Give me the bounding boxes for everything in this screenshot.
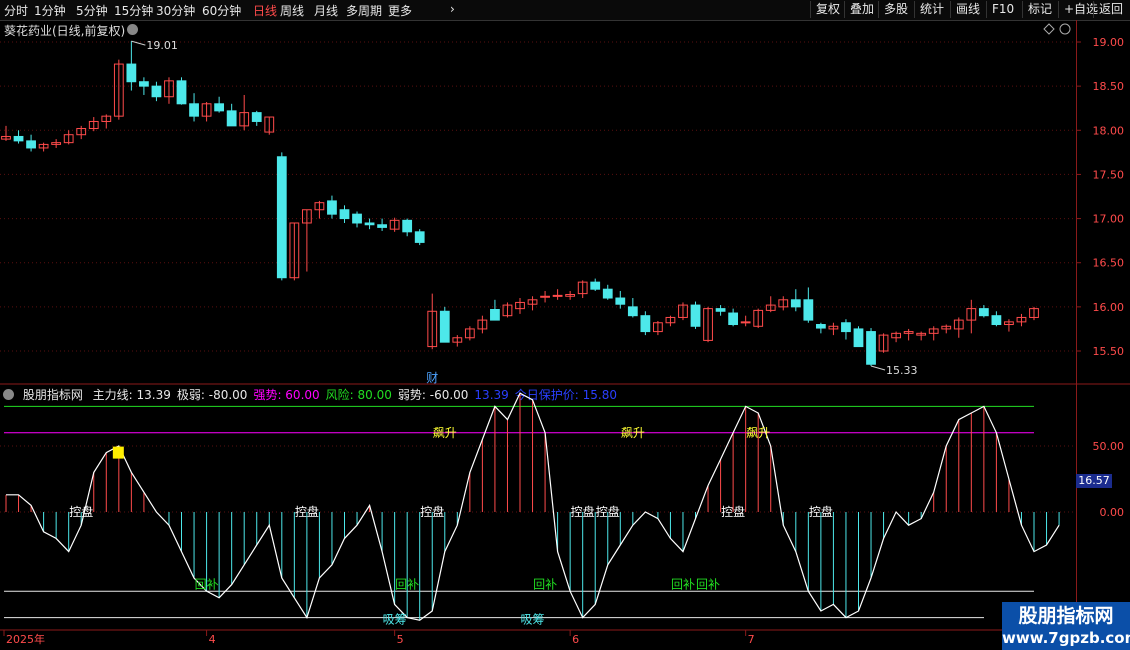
candle-body-39 (490, 309, 500, 321)
candle-body-22 (276, 156, 287, 279)
signal-label-10: 回补 (671, 578, 695, 592)
signal-label-13: 吸筹 (521, 613, 545, 627)
signal-label-16: 飙升 (746, 425, 770, 440)
watermark-line1: 股朋指标网 (1018, 605, 1114, 627)
price-tick-label-2: 18.00 (1093, 124, 1125, 137)
candle-body-10 (126, 63, 137, 83)
candle-body-51 (640, 315, 651, 333)
candle-body-63 (790, 299, 801, 308)
candle-body-20 (251, 112, 262, 122)
candle-body-55 (690, 304, 701, 327)
signal-label-12: 吸筹 (383, 613, 407, 627)
signal-label-9: 回补 (533, 578, 557, 592)
signal-label-3: 控盘 (571, 504, 595, 519)
candle-body-2 (26, 140, 36, 149)
x-tick-label-0: 2025年 (6, 632, 45, 646)
candle-body-43 (540, 295, 550, 298)
high-marker-line (131, 40, 146, 46)
candle-body-57 (715, 308, 726, 312)
signal-label-14: 飙升 (433, 425, 457, 440)
ind-tick-label-0: 50.00 (1093, 440, 1125, 453)
signal-label-8: 回补 (395, 578, 419, 592)
price-tick-label-3: 17.50 (1093, 168, 1125, 181)
high-price-label: 19.01 (146, 39, 178, 52)
candle-body-67 (841, 322, 851, 333)
signal-label-5: 控盘 (721, 504, 745, 519)
candle-body-58 (728, 312, 739, 326)
event-marker: 财 (426, 371, 438, 385)
stock-chart: 19.00 18.50 18.00 17.50 17.00 16.50 16.00 15.50… (0, 23, 1130, 646)
signal-label-15: 飙升 (621, 425, 645, 440)
candle-body-11 (139, 81, 149, 87)
watermark-line2: www.7gpzb.com (1002, 629, 1130, 647)
price-tick-label-7: 15.50 (1093, 345, 1125, 358)
candle-body-48 (602, 288, 613, 299)
candle-body-78 (978, 308, 989, 317)
candle-body-59 (740, 321, 751, 324)
candle-body-65 (815, 324, 826, 329)
x-tick-label-3: 6 (572, 633, 579, 646)
candle-body-68 (853, 328, 864, 348)
diamond-icon (1043, 23, 1055, 35)
candle-body-12 (151, 85, 162, 98)
current-value-badge: 16.57 (1076, 474, 1112, 488)
signal-label-0: 控盘 (69, 504, 93, 519)
candle-body-79 (991, 315, 1002, 326)
candle-body-44 (552, 294, 563, 297)
price-tick-label-0: 19.00 (1093, 36, 1125, 49)
candle-body-69 (866, 331, 876, 365)
candle-body-47 (590, 281, 601, 290)
candle-body-29 (364, 222, 375, 226)
signal-label-11: 回补 (696, 578, 720, 592)
candle-body-64 (803, 299, 814, 321)
signal-label-2: 控盘 (420, 504, 444, 519)
candle-body-17 (214, 103, 225, 112)
watermark: 股朋指标网 www.7gpzb.com (1002, 602, 1130, 650)
candle-body-35 (439, 310, 450, 343)
yellow-signal-marker (112, 446, 124, 459)
candle-body-33 (414, 231, 425, 243)
candle-body-50 (627, 306, 638, 317)
candle-body-27 (339, 209, 350, 220)
price-tick-label-4: 17.00 (1093, 213, 1125, 226)
candle-body-1 (13, 135, 24, 142)
signal-label-1: 控盘 (295, 504, 319, 519)
ind-tick-label-1: 0.00 (1100, 506, 1125, 519)
low-price-label: 15.33 (886, 364, 918, 377)
candle-body-49 (615, 297, 626, 305)
candle-body-15 (189, 103, 199, 117)
candle-body-32 (402, 219, 413, 233)
candle-body-26 (327, 200, 337, 215)
candle-body-30 (377, 224, 387, 228)
candle-body-28 (352, 213, 362, 224)
signal-label-7: 回补 (195, 578, 219, 592)
low-marker-line (870, 365, 886, 371)
signal-label-4: 控盘 (596, 504, 620, 519)
price-tick-label-5: 16.50 (1093, 257, 1125, 270)
x-tick-label-4: 7 (748, 633, 755, 646)
circle-icon (1059, 23, 1071, 35)
candle-body-18 (226, 110, 237, 127)
price-tick-label-1: 18.50 (1093, 80, 1125, 93)
x-tick-label-1: 4 (209, 633, 216, 646)
candle-body-14 (176, 80, 187, 105)
x-tick-label-2: 5 (397, 633, 404, 646)
signal-label-6: 控盘 (809, 504, 833, 519)
price-tick-label-6: 16.00 (1093, 301, 1125, 314)
